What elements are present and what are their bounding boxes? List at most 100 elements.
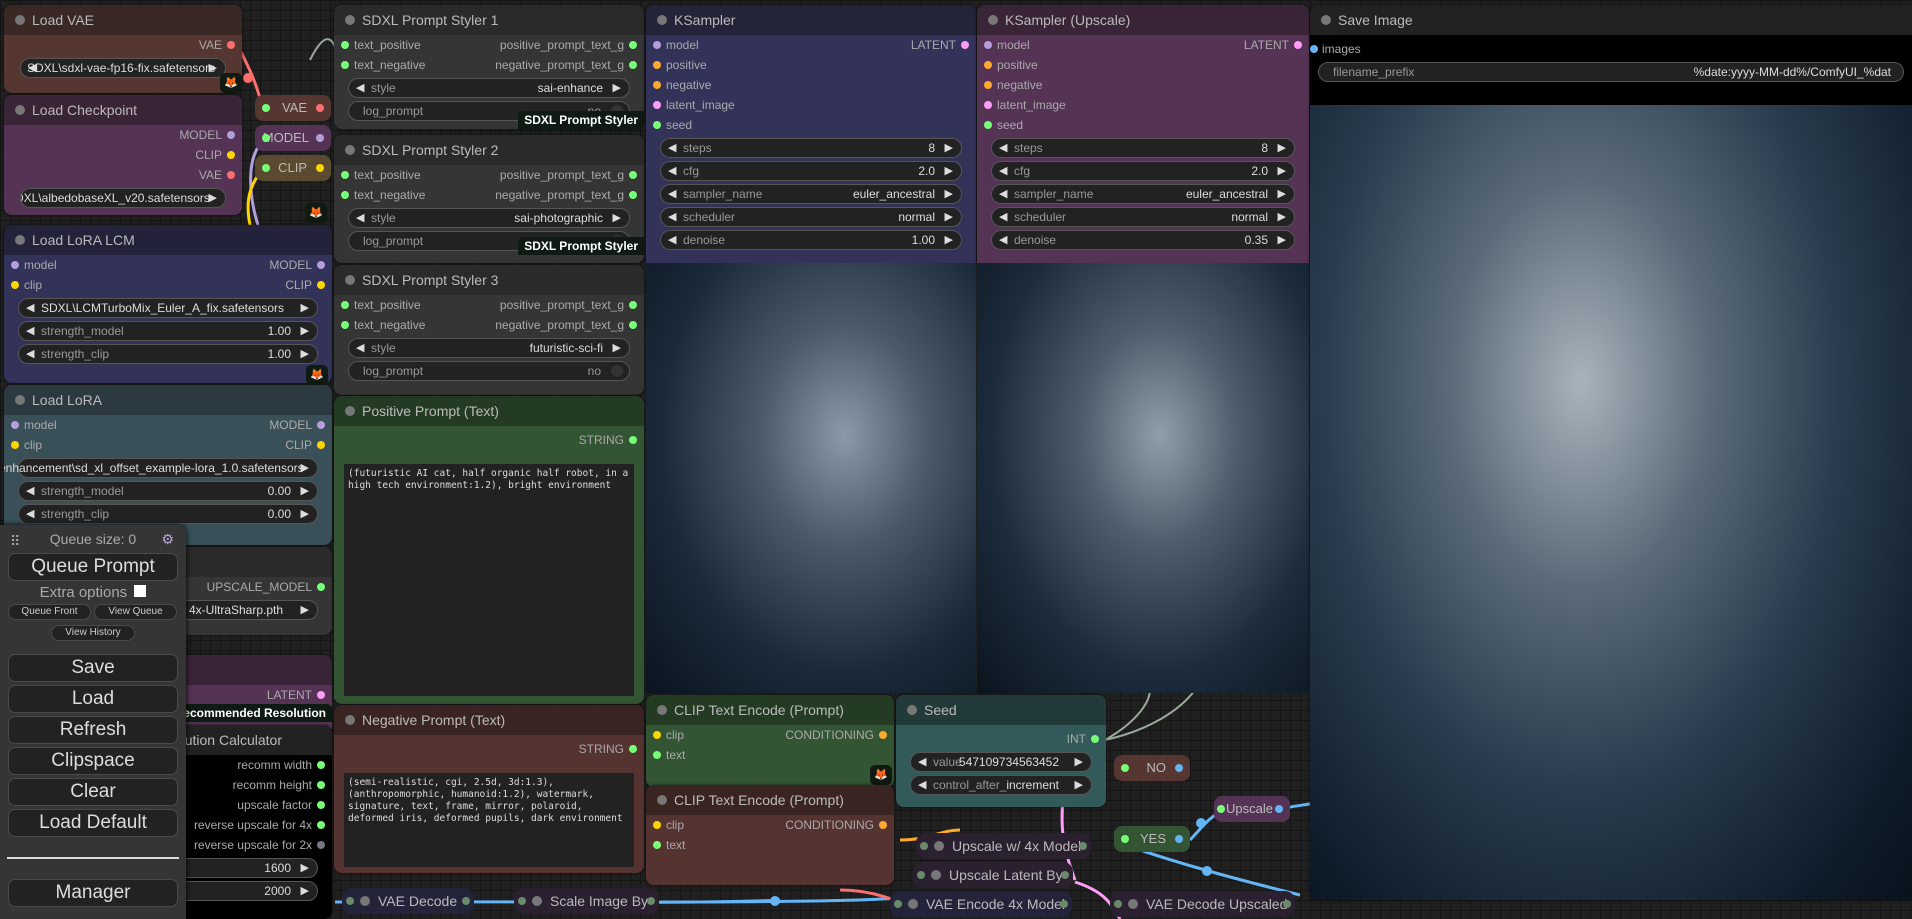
- gear-icon[interactable]: ⚙: [161, 525, 174, 553]
- ckpt-name-combo[interactable]: SDXL\albedobaseXL_v20.safetensors ▶: [20, 188, 226, 208]
- node-load-lora[interactable]: Load LoRA model MODEL clip CLIP enhancemen…: [4, 385, 332, 545]
- strength-model-slider[interactable]: ◀ strength_model 0.00 ▶: [18, 481, 318, 501]
- cfg-input[interactable]: ◀ cfg 2.0 ▶: [991, 161, 1295, 181]
- input-images[interactable]: images: [1310, 39, 1912, 59]
- right-arrow-icon[interactable]: ▶: [1278, 185, 1286, 203]
- drag-handle-icon[interactable]: ⠿: [10, 527, 20, 555]
- filename-prefix-input[interactable]: filename_prefix %date:yyyy-MM-dd%/ComfyUI…: [1318, 62, 1904, 82]
- control-after-generate-combo[interactable]: ◀ control_after_ increment ▶: [910, 775, 1092, 795]
- load-default-button[interactable]: Load Default: [8, 809, 178, 837]
- denoise-input[interactable]: ◀ denoise 0.35 ▶: [991, 230, 1295, 250]
- view-history-button[interactable]: View History: [51, 625, 135, 641]
- node-ksampler[interactable]: KSampler model LATENT positive negative l…: [646, 5, 976, 263]
- lora-name-combo[interactable]: ◀ SDXL\LCMTurboMix_Euler_A_fix.safetensor…: [18, 298, 318, 318]
- steps-input[interactable]: ◀ steps 8 ▶: [660, 138, 962, 158]
- right-arrow-icon[interactable]: ▶: [1278, 231, 1286, 249]
- right-arrow-icon[interactable]: ▶: [301, 505, 309, 523]
- input-latent-image[interactable]: latent_image: [646, 95, 976, 115]
- left-arrow-icon[interactable]: ◀: [668, 139, 676, 157]
- node-upscale-4x-model-collapsed[interactable]: Upscale w/ 4x Model: [916, 833, 1091, 859]
- left-arrow-icon[interactable]: ◀: [26, 505, 34, 523]
- view-queue-button[interactable]: View Queue: [94, 604, 177, 620]
- sampler-name-combo[interactable]: ◀ sampler_name euler_ancestral ▶: [991, 184, 1295, 204]
- node-upscale-latent-by-collapsed[interactable]: Upscale Latent By: [913, 862, 1073, 888]
- left-arrow-icon[interactable]: ◀: [26, 345, 34, 363]
- input-text-positive[interactable]: text_positive: [334, 295, 489, 315]
- input-negative[interactable]: negative: [646, 75, 976, 95]
- input-text-positive[interactable]: text_positive: [334, 165, 489, 185]
- input-model[interactable]: model: [646, 35, 811, 55]
- output-positive-prompt[interactable]: positive_prompt_text_g: [489, 295, 644, 315]
- input-model[interactable]: model: [4, 415, 168, 435]
- right-arrow-icon[interactable]: ▶: [209, 189, 217, 207]
- node-load-checkpoint[interactable]: Load Checkpoint MODEL CLIP VAE SDXL\albe…: [4, 95, 242, 215]
- output-clip[interactable]: CLIP: [168, 275, 332, 295]
- strength-clip-slider[interactable]: ◀ strength_clip 1.00 ▶: [18, 344, 318, 364]
- node-clip-text-encode-positive[interactable]: CLIP Text Encode (Prompt) clip CONDITIONI…: [646, 695, 894, 787]
- output-clip[interactable]: CLIP: [168, 435, 332, 455]
- reroute-model[interactable]: MODEL: [255, 125, 331, 151]
- manager-button[interactable]: Manager: [8, 879, 178, 907]
- input-latent-image[interactable]: latent_image: [977, 95, 1309, 115]
- right-arrow-icon[interactable]: ▶: [301, 459, 309, 477]
- left-arrow-icon[interactable]: ◀: [668, 185, 676, 203]
- node-sdxl-prompt-styler-2[interactable]: SDXL Prompt Styler 2 text_positive positi…: [334, 135, 644, 263]
- right-arrow-icon[interactable]: ▶: [613, 339, 621, 357]
- left-arrow-icon[interactable]: ◀: [999, 185, 1007, 203]
- output-conditioning[interactable]: CONDITIONING: [770, 815, 894, 835]
- right-arrow-icon[interactable]: ▶: [613, 79, 621, 97]
- vae-name-combo[interactable]: ◀ SDXL\sdxl-vae-fp16-fix.safetensors ▶: [20, 58, 226, 78]
- right-arrow-icon[interactable]: ▶: [301, 882, 309, 900]
- reroute-upscale[interactable]: Upscale: [1214, 796, 1290, 822]
- left-arrow-icon[interactable]: ◀: [999, 231, 1007, 249]
- input-clip[interactable]: clip: [4, 435, 168, 455]
- input-seed[interactable]: seed: [977, 115, 1309, 135]
- node-negative-prompt[interactable]: Negative Prompt (Text) STRING (semi-real…: [334, 705, 644, 873]
- extra-options-checkbox[interactable]: [134, 585, 147, 597]
- lora-name-combo[interactable]: enhancement\sd_xl_offset_example-lora_1.…: [4, 458, 318, 478]
- input-text-negative[interactable]: text_negative: [334, 55, 489, 75]
- node-clip-text-encode-negative[interactable]: CLIP Text Encode (Prompt) clip CONDITIONI…: [646, 785, 894, 885]
- node-load-lora-lcm[interactable]: Load LoRA LCM model MODEL clip CLIP ◀ SDXL\…: [4, 225, 332, 383]
- denoise-input[interactable]: ◀ denoise 1.00 ▶: [660, 230, 962, 250]
- strength-clip-slider[interactable]: ◀ strength_clip 0.00 ▶: [18, 504, 318, 524]
- input-text-negative[interactable]: text_negative: [334, 185, 489, 205]
- scheduler-combo[interactable]: ◀ scheduler normal ▶: [660, 207, 962, 227]
- input-clip[interactable]: clip: [646, 725, 770, 745]
- negative-prompt-textarea[interactable]: (semi-realistic, cgi, 2.5d, 3d:1.3), (an…: [344, 773, 634, 867]
- node-sdxl-prompt-styler-1[interactable]: SDXL Prompt Styler 1 text_positive positi…: [334, 5, 644, 129]
- node-vae-decode-collapsed[interactable]: VAE Decode: [342, 888, 474, 914]
- left-arrow-icon[interactable]: ◀: [356, 339, 364, 357]
- queue-front-button[interactable]: Queue Front: [8, 604, 91, 620]
- positive-prompt-textarea[interactable]: (futuristic AI cat, half organic half ro…: [344, 464, 634, 696]
- output-conditioning[interactable]: CONDITIONING: [770, 725, 894, 745]
- output-clip[interactable]: CLIP: [4, 145, 242, 165]
- style-combo[interactable]: ◀ style futuristic-sci-fi ▶: [348, 338, 630, 358]
- input-positive[interactable]: positive: [646, 55, 976, 75]
- output-vae[interactable]: VAE: [4, 165, 242, 185]
- output-model[interactable]: MODEL: [4, 125, 242, 145]
- scheduler-combo[interactable]: ◀ scheduler normal ▶: [991, 207, 1295, 227]
- style-combo[interactable]: ◀ style sai-enhance ▶: [348, 78, 630, 98]
- node-seed[interactable]: Seed INT ◀ value 547109734563452 ▶ ◀ control…: [896, 695, 1106, 807]
- reroute-clip[interactable]: CLIP: [255, 155, 331, 181]
- queue-prompt-button[interactable]: Queue Prompt: [8, 553, 178, 581]
- left-arrow-icon[interactable]: ◀: [999, 139, 1007, 157]
- strength-model-slider[interactable]: ◀ strength_model 1.00 ▶: [18, 321, 318, 341]
- output-string[interactable]: STRING: [334, 739, 644, 759]
- cfg-input[interactable]: ◀ cfg 2.0 ▶: [660, 161, 962, 181]
- clipspace-button[interactable]: Clipspace: [8, 747, 178, 775]
- node-vae-encode-4x-collapsed[interactable]: VAE Encode 4x Model: [890, 891, 1072, 917]
- left-arrow-icon[interactable]: ◀: [356, 79, 364, 97]
- style-combo[interactable]: ◀ style sai-photographic ▶: [348, 208, 630, 228]
- left-arrow-icon[interactable]: ◀: [356, 209, 364, 227]
- node-load-vae[interactable]: Load VAE VAE ◀ SDXL\sdxl-vae-fp16-fix.saf…: [4, 5, 242, 93]
- input-text-negative[interactable]: text_negative: [334, 315, 489, 335]
- left-arrow-icon[interactable]: ◀: [918, 753, 926, 771]
- output-negative-prompt[interactable]: negative_prompt_text_g: [489, 55, 644, 75]
- left-arrow-icon[interactable]: ◀: [668, 162, 676, 180]
- node-vae-decode-upscaled-collapsed[interactable]: VAE Decode Upscaled: [1110, 891, 1295, 917]
- output-positive-prompt[interactable]: positive_prompt_text_g: [489, 35, 644, 55]
- output-positive-prompt[interactable]: positive_prompt_text_g: [489, 165, 644, 185]
- input-model[interactable]: model: [4, 255, 168, 275]
